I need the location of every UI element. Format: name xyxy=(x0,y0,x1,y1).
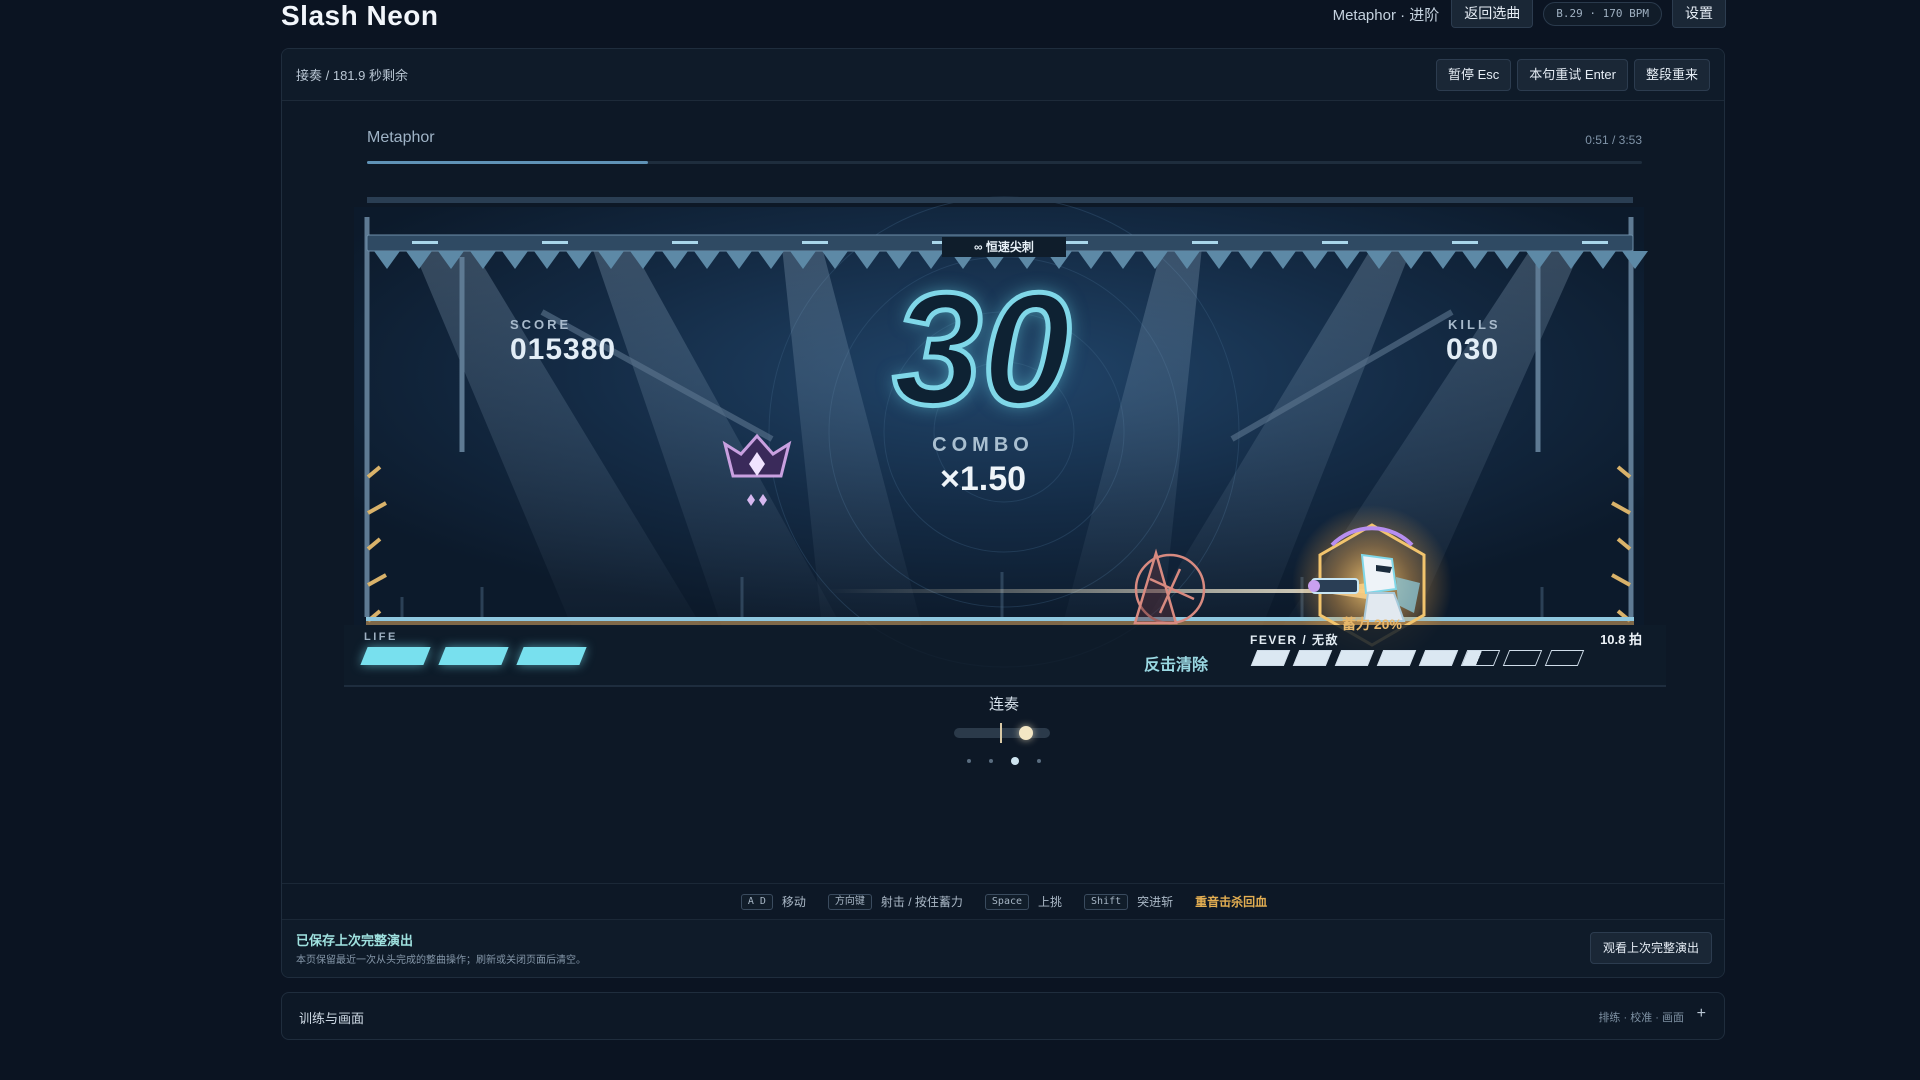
control-action: 突进斩 xyxy=(1137,895,1174,909)
rail-light xyxy=(1322,241,1348,244)
page-dot[interactable] xyxy=(989,759,993,763)
retry-phrase-button[interactable]: 本句重试 Enter xyxy=(1517,58,1628,91)
control-action: 上挑 xyxy=(1038,895,1063,909)
key-cap: Shift xyxy=(1084,893,1129,910)
controls-legend: A D 移动 方向键 射击 / 按住蓄力 Space 上挑 Shift 突进斩 重音击杀回血 xyxy=(282,883,1724,919)
control-item: Shift 突进斩 xyxy=(1084,893,1173,910)
fever-cell xyxy=(1544,650,1585,666)
page-dot[interactable] xyxy=(967,759,971,763)
slider-knob[interactable] xyxy=(1019,726,1033,740)
top-frame xyxy=(367,197,1633,203)
laser-shot xyxy=(827,589,1367,593)
track-header: Metaphor 0:51 / 3:53 xyxy=(367,129,1642,164)
page-dot[interactable] xyxy=(1011,757,1019,765)
song-mode-label: Metaphor · 进阶 xyxy=(1332,6,1440,24)
training-label: 训练与画面 xyxy=(299,1011,365,1026)
rail-light xyxy=(1192,241,1218,244)
control-action: 射击 / 按住蓄力 xyxy=(880,895,963,909)
combo-counter: 30 xyxy=(891,259,1074,438)
slider-center-mark xyxy=(1000,723,1002,743)
kills-label: KILLS xyxy=(1448,317,1501,332)
app-title: Slash Neon xyxy=(281,0,439,31)
life-label: LIFE xyxy=(364,631,398,643)
score-label: SCORE xyxy=(510,317,572,332)
controls-hint: 重音击杀回血 xyxy=(1195,895,1268,909)
back-to-song-select-button[interactable]: 返回选曲 xyxy=(1451,0,1534,28)
life-cell xyxy=(360,647,431,665)
fever-cell xyxy=(1460,650,1501,666)
life-cell xyxy=(516,647,587,665)
key-cap: Space xyxy=(984,893,1030,910)
score-value: 015380 xyxy=(510,333,617,366)
hazard-label: ∞ 恒速尖刺 xyxy=(942,237,1066,257)
rail-light xyxy=(672,241,698,244)
control-item: 方向键 射击 / 按住蓄力 xyxy=(827,893,963,910)
fever-beats: 10.8 拍 xyxy=(1600,632,1642,647)
key-cap: 方向键 xyxy=(827,893,872,910)
watch-last-run-button[interactable]: 观看上次完整演出 xyxy=(1589,932,1712,964)
fever-label: FEVER / 无敌 xyxy=(1250,633,1340,647)
track-name: Metaphor xyxy=(367,129,435,146)
pause-button[interactable]: 暂停 Esc xyxy=(1436,58,1512,91)
rail-light xyxy=(1582,241,1608,244)
rail-light xyxy=(802,241,828,244)
saved-run-subtitle: 本页保留最近一次从头完成的整曲操作；刷新或关闭页面后清空。 xyxy=(296,955,586,966)
control-item: A D 移动 xyxy=(740,893,806,910)
control-item: Space 上挑 xyxy=(984,893,1063,910)
life-cell xyxy=(438,647,509,665)
page-dots xyxy=(282,757,1724,765)
slider-window xyxy=(954,728,1050,738)
expand-icon[interactable]: + xyxy=(1697,1005,1706,1023)
combo-multiplier: ×1.50 xyxy=(939,460,1027,498)
play-mode-label: 连奏 xyxy=(988,696,1019,713)
track-progress-fill xyxy=(367,161,648,164)
status-actions: 暂停 Esc 本句重试 Enter 整段重来 xyxy=(1436,58,1710,91)
track-progress-bar[interactable] xyxy=(367,161,1642,164)
fever-cell xyxy=(1418,650,1459,666)
page-dot[interactable] xyxy=(1037,759,1041,763)
game-panel: 接奏 / 181.9 秒剩余 暂停 Esc 本句重试 Enter 整段重来 Me… xyxy=(281,48,1725,978)
life-meter xyxy=(360,647,587,665)
control-action: 移动 xyxy=(781,895,806,909)
fever-meter xyxy=(1250,650,1585,666)
status-bar: 接奏 / 181.9 秒剩余 暂停 Esc 本句重试 Enter 整段重来 xyxy=(282,49,1724,101)
key-cap: A D xyxy=(740,893,773,910)
rail-light xyxy=(1452,241,1478,244)
settings-button[interactable]: 设置 xyxy=(1672,0,1726,28)
rail-light xyxy=(542,241,568,244)
rail-light xyxy=(412,241,438,244)
play-mode-slider[interactable] xyxy=(882,721,1122,745)
saved-run-title: 已保存上次完整演出 xyxy=(296,933,414,948)
saved-run-panel: 已保存上次完整演出 本页保留最近一次从头完成的整曲操作；刷新或关闭页面后清空。 … xyxy=(282,919,1724,977)
header-actions: Metaphor · 进阶 返回选曲 B.29 · 170 BPM 设置 xyxy=(1333,0,1726,28)
fever-cell xyxy=(1250,650,1291,666)
status-text: 接奏 / 181.9 秒剩余 xyxy=(296,68,408,83)
game-stage[interactable]: ∞ 恒速尖刺 SCORE 015380 KILLS 030 30 COMBO ×… xyxy=(282,177,1724,767)
restart-section-button[interactable]: 整段重来 xyxy=(1633,58,1710,91)
combo-label: COMBO xyxy=(932,434,1034,456)
hud-bottom: LIFE FEVER / 无敌 10.8 拍 xyxy=(344,625,1666,685)
track-time: 0:51 / 3:53 xyxy=(1585,133,1642,147)
fever-cell xyxy=(1292,650,1333,666)
kills-value: 030 xyxy=(1446,333,1500,366)
fever-cell xyxy=(1502,650,1543,666)
fever-cell xyxy=(1376,650,1417,666)
training-section[interactable]: 训练与画面 排练 · 校准 · 画面 + xyxy=(281,992,1725,1040)
training-subtitle: 排练 · 校准 · 画面 xyxy=(1598,1012,1684,1024)
fever-cell xyxy=(1334,650,1375,666)
bpm-info-badge: B.29 · 170 BPM xyxy=(1543,2,1662,26)
